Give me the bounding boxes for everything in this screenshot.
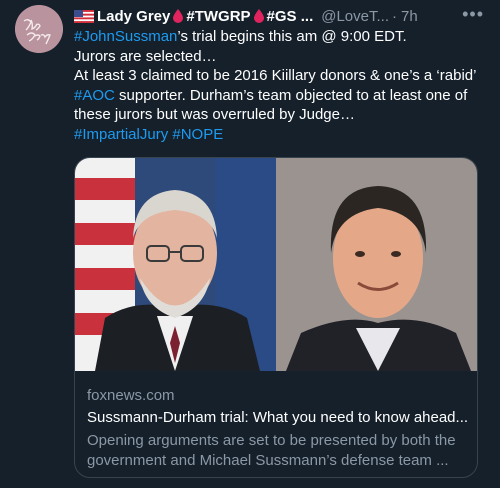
tweet-text-line-1: ’s trial begins this am @ 9:00 EDT.: [177, 28, 407, 45]
blood-drop-icon: [173, 9, 184, 23]
card-meta[interactable]: foxnews.com Sussmann-Durham trial: What …: [87, 386, 467, 471]
hashtag-johnsussman[interactable]: #JohnSussman: [74, 28, 177, 45]
more-options-icon[interactable]: •••: [462, 4, 484, 25]
separator-dot: ·: [392, 7, 397, 25]
user-handle[interactable]: @LoveT...: [321, 8, 389, 25]
blood-drop-icon: [253, 9, 264, 23]
hashtag-impartialjury[interactable]: #ImpartialJury: [74, 126, 168, 143]
tweet-header: Lady Grey #TWGRP #GS ... @LoveT... · 7h …: [74, 4, 484, 26]
tweet-text: #JohnSussman’s trial begins this am @ 9:…: [74, 27, 486, 145]
hashtag-nope[interactable]: #NOPE: [172, 126, 223, 143]
display-name-tag-2: #GS ...: [266, 7, 314, 25]
tweet-text-line-4: supporter. Durham’s team objected to at …: [114, 86, 468, 104]
tweet-text-line-3: At least 3 claimed to be 2016 Kiillary d…: [74, 67, 477, 85]
display-name[interactable]: Lady Grey: [97, 8, 170, 25]
display-name-tag-1: #TWGRP: [186, 7, 251, 25]
link-preview-card[interactable]: foxnews.com Sussmann-Durham trial: What …: [74, 157, 478, 478]
us-flag-icon: [74, 9, 94, 23]
tweet-text-line-5: these jurors but was overruled by Judge…: [74, 106, 355, 124]
tweet-text-line-2: Jurors are selected…: [74, 47, 217, 65]
timestamp[interactable]: 7h: [401, 8, 418, 25]
card-image[interactable]: [75, 158, 477, 371]
card-title[interactable]: Sussmann-Durham trial: What you need to …: [87, 408, 467, 428]
hashtag-aoc[interactable]: #AOC: [74, 87, 115, 104]
tweet[interactable]: Lady Grey #TWGRP #GS ... @LoveT... · 7h …: [0, 0, 500, 488]
card-domain: foxnews.com: [87, 387, 175, 404]
avatar[interactable]: [15, 5, 63, 53]
card-photo-left: [75, 158, 276, 371]
card-photo-right: [276, 158, 477, 371]
card-description: Opening arguments are set to be presente…: [87, 432, 456, 469]
avatar-logo-icon: [15, 5, 63, 53]
